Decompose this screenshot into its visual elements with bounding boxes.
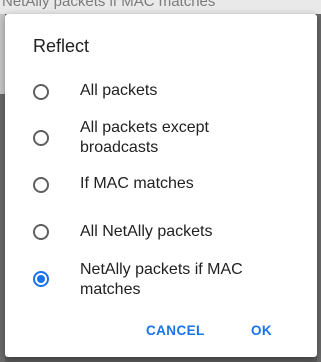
radio-button[interactable] <box>33 177 49 193</box>
reflect-dialog: Reflect All packets All packets except b… <box>5 14 317 357</box>
background-right-edge <box>317 14 321 362</box>
option-label: If MAC matches <box>80 175 194 192</box>
option-label: All packets <box>80 82 158 99</box>
background-strip: NetAlly packets if MAC matches <box>0 0 321 14</box>
option-label: All NetAlly packets <box>80 223 213 240</box>
option-all-netally-packets[interactable]: All NetAlly packets <box>5 220 317 248</box>
option-label: NetAlly packets if MAC matches <box>80 261 243 298</box>
radio-button[interactable] <box>33 224 49 240</box>
radio-button-selected[interactable] <box>33 271 49 287</box>
option-label: All packets except broadcasts <box>80 119 209 156</box>
dialog-title: Reflect <box>33 36 90 56</box>
radio-button[interactable] <box>33 84 49 100</box>
option-all-packets-except-broadcasts[interactable]: All packets except broadcasts <box>5 118 317 162</box>
background-text: NetAlly packets if MAC matches <box>2 0 216 10</box>
option-netally-packets-if-mac-matches[interactable]: NetAlly packets if MAC matches <box>5 260 317 304</box>
option-if-mac-matches[interactable]: If MAC matches <box>5 172 317 200</box>
radio-button[interactable] <box>33 130 49 146</box>
cancel-button[interactable]: CANCEL <box>146 323 205 338</box>
option-all-packets[interactable]: All packets <box>5 78 317 106</box>
ok-button[interactable]: OK <box>251 323 272 338</box>
